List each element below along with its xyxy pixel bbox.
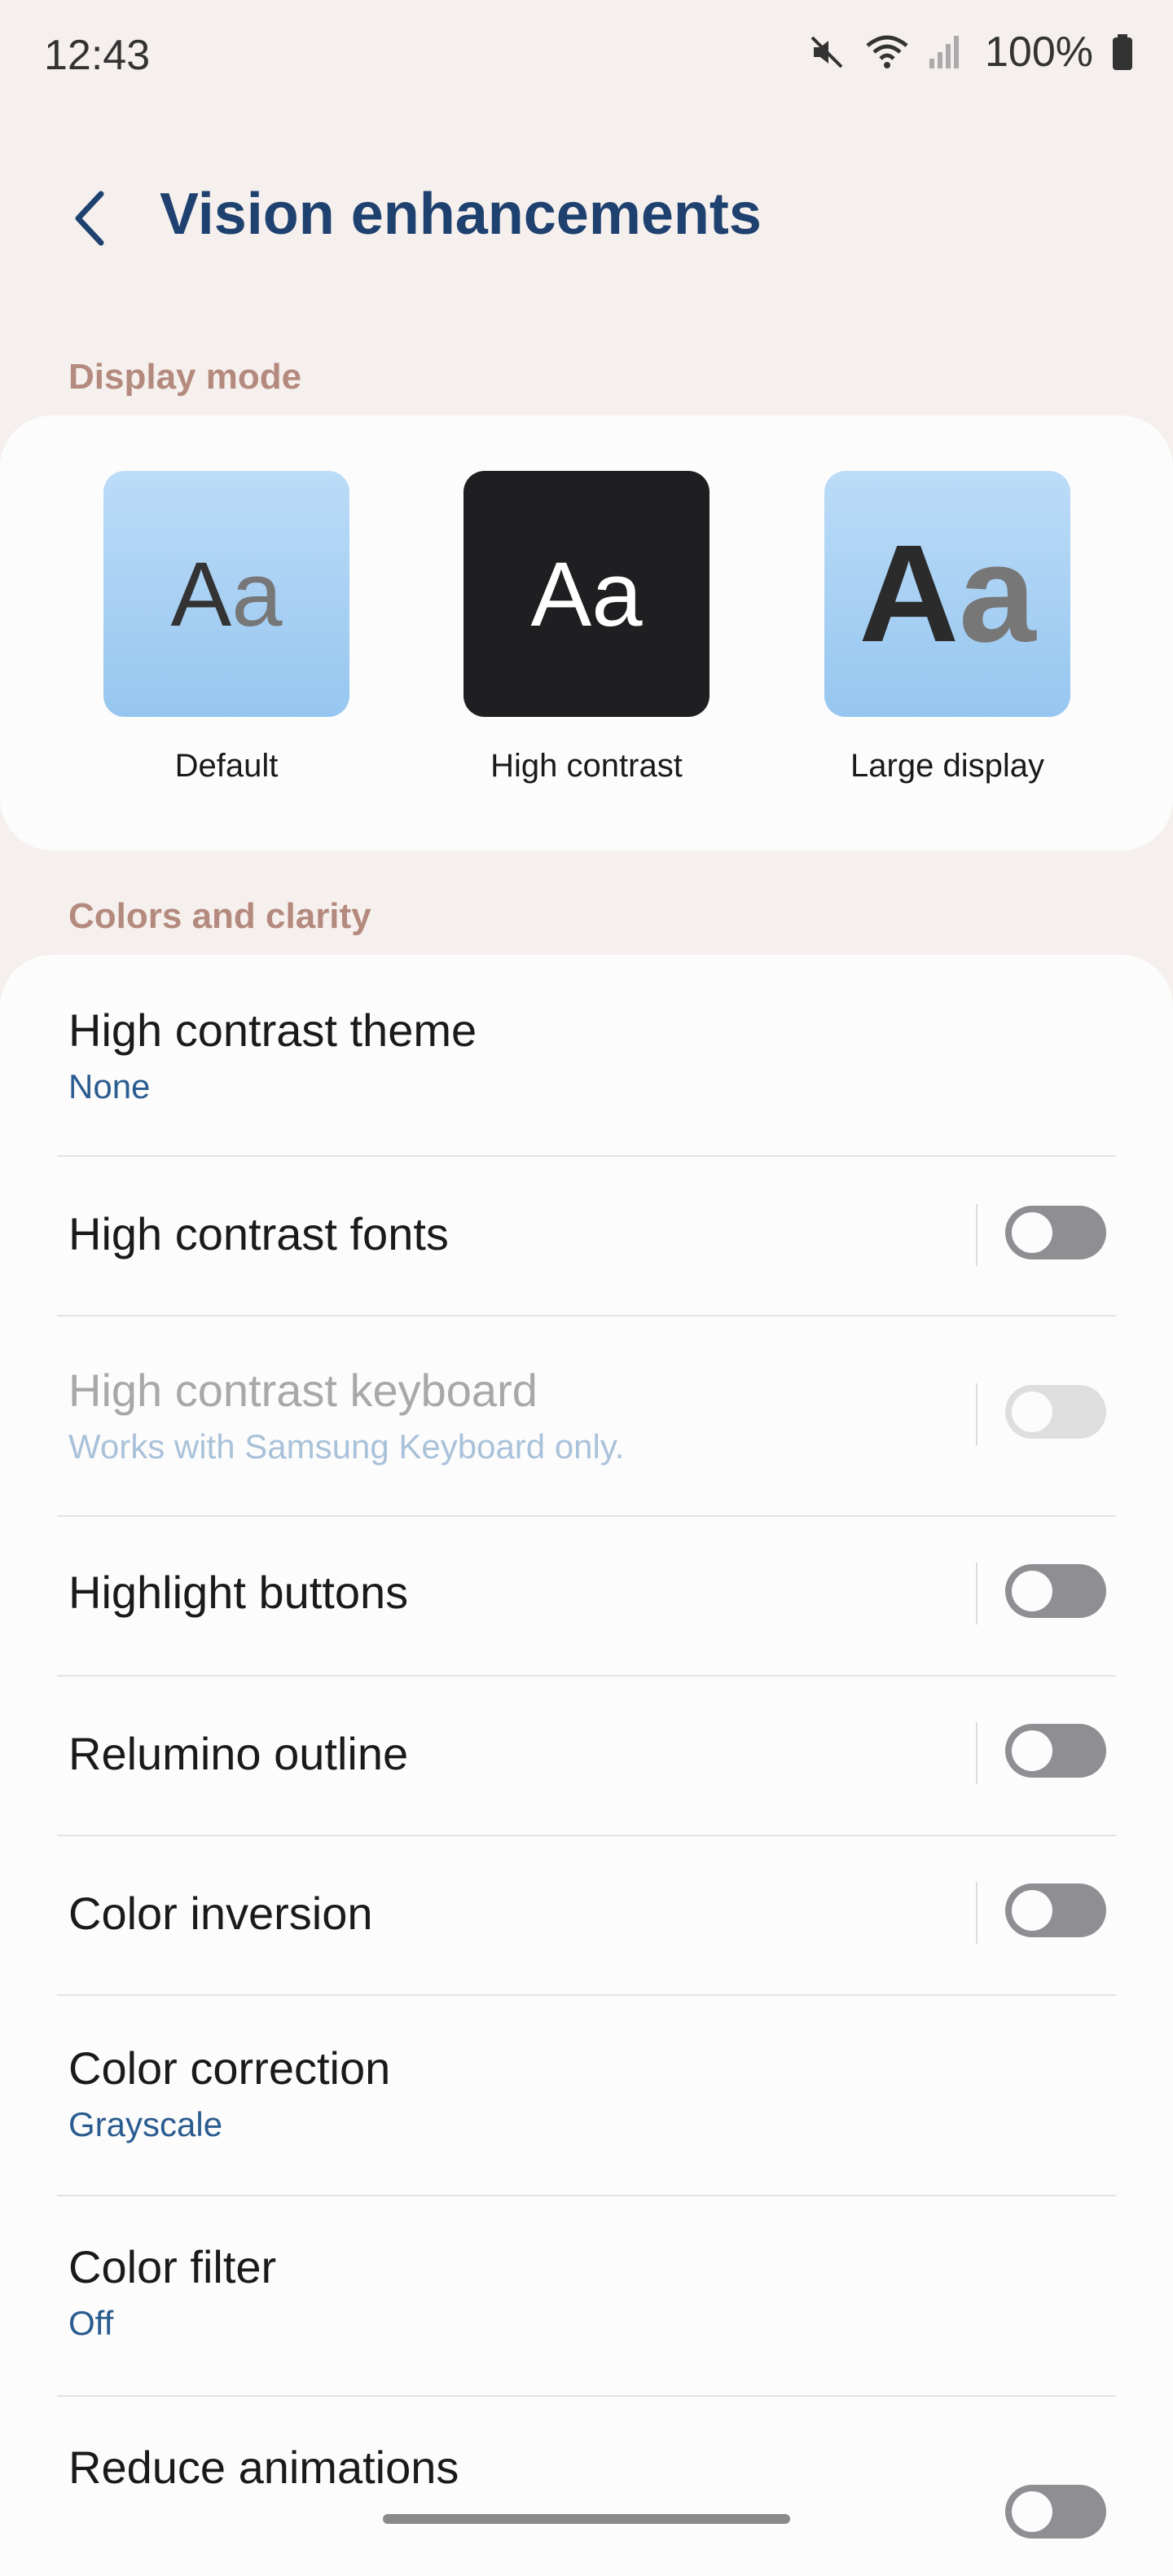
status-time: 12:43 bbox=[44, 32, 151, 79]
home-indicator[interactable] bbox=[383, 2514, 790, 2524]
setting-summary: Grayscale bbox=[68, 2105, 223, 2143]
setting-high-contrast-keyboard[interactable]: High contrast keyboard Works with Samsun… bbox=[0, 1317, 1173, 1515]
display-mode-high-contrast[interactable]: Aa High contrast bbox=[463, 471, 710, 785]
setting-label: Color correction bbox=[68, 2042, 391, 2094]
mode-preview-tile: Aa bbox=[103, 471, 349, 717]
chevron-left-icon bbox=[65, 191, 114, 251]
mute-icon bbox=[807, 33, 846, 72]
setting-color-correction[interactable]: Color correction Grayscale bbox=[0, 1996, 1173, 2195]
toggle-switch[interactable] bbox=[1005, 2485, 1106, 2539]
setting-label: High contrast fonts bbox=[68, 1208, 449, 1259]
toggle-separator bbox=[976, 1383, 978, 1445]
preview-text-lower: a bbox=[591, 543, 643, 645]
setting-label: High contrast keyboard bbox=[68, 1365, 538, 1416]
toggle-switch[interactable] bbox=[1005, 1884, 1106, 1937]
section-label-colors-clarity: Colors and clarity bbox=[68, 896, 371, 936]
toggle-separator bbox=[976, 1882, 978, 1944]
signal-icon bbox=[928, 33, 964, 72]
setting-label: High contrast theme bbox=[68, 1004, 477, 1056]
display-mode-default[interactable]: Aa Default bbox=[103, 471, 349, 785]
toggle-separator bbox=[976, 1722, 978, 1784]
status-icons: 100% bbox=[807, 28, 1134, 77]
setting-label: Highlight buttons bbox=[68, 1567, 409, 1618]
setting-label: Relumino outline bbox=[68, 1728, 409, 1779]
display-mode-card: Aa Default Aa High contrast Aa Large dis… bbox=[0, 415, 1173, 851]
setting-high-contrast-fonts[interactable]: High contrast fonts bbox=[0, 1157, 1173, 1315]
display-mode-large-display[interactable]: Aa Large display bbox=[824, 471, 1070, 785]
setting-label: Reduce animations bbox=[68, 2442, 459, 2493]
mode-label: Large display bbox=[850, 748, 1044, 784]
preview-text-upper: A bbox=[859, 517, 960, 671]
toggle-switch[interactable] bbox=[1005, 1564, 1106, 1618]
battery-icon bbox=[1111, 33, 1134, 72]
back-button[interactable] bbox=[65, 189, 114, 248]
setting-color-inversion[interactable]: Color inversion bbox=[0, 1836, 1173, 1994]
preview-text-lower: a bbox=[231, 543, 283, 645]
toggle-separator bbox=[976, 1204, 978, 1266]
toggle-switch[interactable] bbox=[1005, 1724, 1106, 1778]
setting-relumino-outline[interactable]: Relumino outline bbox=[0, 1677, 1173, 1835]
preview-text-lower: a bbox=[959, 517, 1036, 671]
mode-label: Default bbox=[174, 748, 279, 784]
toggle-switch[interactable] bbox=[1005, 1206, 1106, 1259]
preview-text-upper: A bbox=[170, 543, 232, 645]
toggle-separator bbox=[976, 1563, 978, 1624]
section-label-display-mode: Display mode bbox=[68, 357, 302, 397]
toggle-switch[interactable] bbox=[1005, 1385, 1106, 1439]
wifi-icon bbox=[864, 33, 910, 72]
setting-label: Color inversion bbox=[68, 1888, 373, 1939]
setting-label: Color filter bbox=[68, 2241, 277, 2292]
setting-summary: None bbox=[68, 1067, 151, 1106]
mode-preview-tile: Aa bbox=[824, 471, 1070, 717]
preview-text-upper: A bbox=[530, 543, 592, 645]
battery-percent: 100% bbox=[985, 29, 1093, 76]
mode-label: High contrast bbox=[490, 748, 683, 784]
setting-color-filter[interactable]: Color filter Off bbox=[0, 2196, 1173, 2395]
setting-summary: Off bbox=[68, 2304, 114, 2342]
setting-summary: Works with Samsung Keyboard only. bbox=[68, 1427, 625, 1466]
mode-preview-tile: Aa bbox=[463, 471, 710, 717]
setting-highlight-buttons[interactable]: Highlight buttons bbox=[0, 1517, 1173, 1675]
setting-high-contrast-theme[interactable]: High contrast theme None bbox=[0, 955, 1173, 1155]
status-bar: 12:43 100% bbox=[0, 0, 1173, 114]
page-title: Vision enhancements bbox=[160, 182, 762, 247]
